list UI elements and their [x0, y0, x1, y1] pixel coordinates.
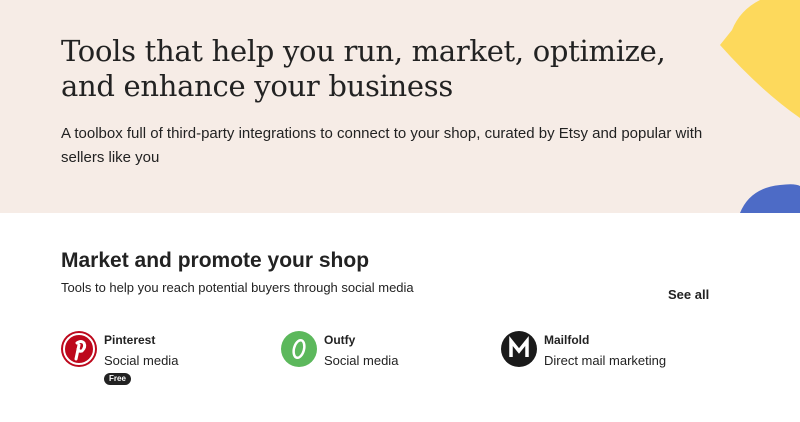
free-badge: Free: [104, 373, 131, 385]
app-name: Pinterest: [104, 333, 156, 347]
app-card-outfy[interactable]: Outfy Social media: [281, 331, 481, 391]
app-card-mailfold[interactable]: Mailfold Direct mail marketing: [501, 331, 701, 391]
pinterest-icon: [61, 331, 97, 367]
outfy-icon: [281, 331, 317, 367]
page-subtitle: A toolbox full of third-party integratio…: [61, 125, 703, 166]
section-title: Market and promote your shop: [61, 249, 370, 272]
app-card-pinterest[interactable]: Pinterest Social media Free: [61, 331, 261, 391]
section-description: Tools to help you reach potential buyers…: [61, 280, 414, 295]
see-all-link[interactable]: See all: [668, 287, 709, 302]
mailfold-icon: [501, 331, 537, 367]
page-title: Tools that help you run, market, optimiz…: [61, 34, 666, 103]
app-name: Mailfold: [544, 333, 590, 347]
app-name: Outfy: [324, 333, 356, 347]
app-category: Direct mail marketing: [544, 353, 667, 368]
hero-banner: Tools that help you run, market, optimiz…: [0, 0, 800, 213]
app-category: Social media: [104, 353, 179, 368]
decorative-blue-shape: [740, 184, 800, 213]
decorative-yellow-shape: [720, 0, 800, 118]
app-category: Social media: [324, 353, 399, 368]
